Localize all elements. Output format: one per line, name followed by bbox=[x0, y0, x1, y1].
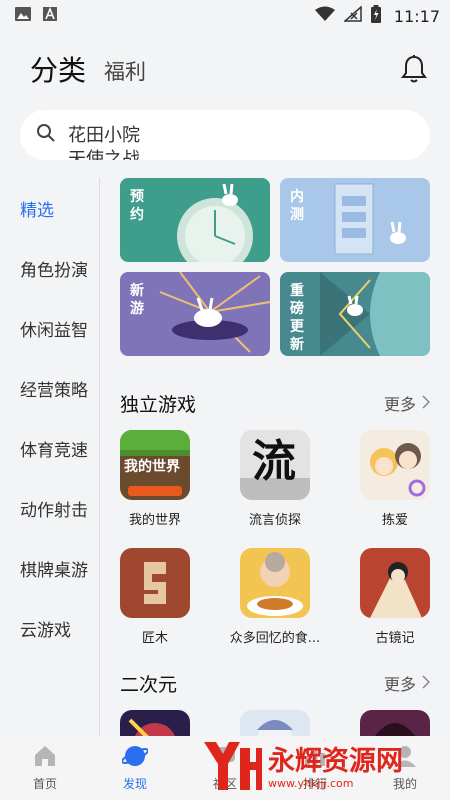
search-hint-line: 天使之战 bbox=[68, 149, 140, 160]
game-item[interactable]: 古镜记 bbox=[360, 548, 430, 646]
search-bar[interactable]: 花田小院 天使之战 bbox=[20, 110, 430, 160]
banner-label: 预约 bbox=[130, 189, 144, 223]
sidebar-item-featured[interactable]: 精选 bbox=[0, 178, 99, 238]
nav-label: 排行 bbox=[302, 777, 327, 791]
sidebar-item-cloud[interactable]: 云游戏 bbox=[0, 598, 99, 658]
game-name: 拣爱 bbox=[381, 513, 408, 528]
nav-discover[interactable]: 发现 bbox=[90, 736, 180, 800]
tab-category[interactable]: 分类 bbox=[30, 49, 86, 89]
game-item[interactable] bbox=[360, 710, 430, 736]
game-icon-minecraft: 我的世界 bbox=[120, 430, 190, 500]
game-icon-anime-3 bbox=[360, 710, 430, 736]
banner-beta[interactable]: 内测 bbox=[280, 178, 430, 262]
sidebar-item-sports[interactable]: 体育竞速 bbox=[0, 418, 99, 478]
game-icon-text: 流 bbox=[252, 436, 296, 487]
nav-label: 首页 bbox=[32, 777, 57, 791]
game-grid-indie: 我的世界 我的世界 流 流言侦探 拣爱 匠木 众多回忆的食... 古镜记 bbox=[120, 430, 430, 646]
game-icon-jiang-mu bbox=[120, 548, 190, 618]
game-icon-rumor-detective: 流 bbox=[240, 430, 310, 500]
game-icon-anime-2 bbox=[240, 710, 310, 736]
section-title: 独立游戏 bbox=[120, 393, 197, 416]
game-name: 流言侦探 bbox=[248, 513, 301, 528]
game-item[interactable] bbox=[240, 710, 310, 736]
status-bar: 11:17 bbox=[0, 0, 450, 32]
search-hint-line: 花田小院 bbox=[68, 125, 140, 146]
home-icon bbox=[32, 744, 58, 771]
rank-icon bbox=[302, 744, 328, 771]
banner-label: 内测 bbox=[290, 189, 304, 223]
nav-profile[interactable]: 我的 bbox=[360, 736, 450, 800]
nav-rank[interactable]: 排行 bbox=[270, 736, 360, 800]
nav-label: 社区 bbox=[212, 777, 237, 791]
section-title: 二次元 bbox=[120, 673, 178, 696]
section-header-anime: 二次元 更多 bbox=[120, 668, 430, 698]
bottom-navigation: 首页 发现 社区 排行 我的 bbox=[0, 736, 450, 800]
sidebar-item-action[interactable]: 动作射击 bbox=[0, 478, 99, 538]
banner-reserve[interactable]: 预约 bbox=[120, 178, 270, 262]
nav-home[interactable]: 首页 bbox=[0, 736, 90, 800]
wifi-icon bbox=[314, 6, 336, 26]
search-hint: 花田小院 天使之战 bbox=[68, 110, 140, 160]
more-link-indie[interactable]: 更多 bbox=[384, 391, 430, 415]
clock: 11:17 bbox=[393, 6, 440, 26]
game-icon-memory-food bbox=[240, 548, 310, 618]
banner-grid: 预约 内测 新游 重磅更新 bbox=[120, 178, 430, 356]
game-item[interactable]: 匠木 bbox=[120, 548, 190, 646]
main-content: 预约 内测 新游 重磅更新 独立游戏 更多 我的世界 我的世界 流 流言侦探 拣… bbox=[120, 178, 430, 736]
image-notification-icon bbox=[14, 6, 32, 26]
nav-community[interactable]: 社区 bbox=[180, 736, 270, 800]
banner-new-games[interactable]: 新游 bbox=[120, 272, 270, 356]
more-label: 更多 bbox=[383, 675, 416, 694]
game-icon-text: 我的世界 bbox=[124, 459, 180, 475]
signal-icon bbox=[342, 5, 362, 26]
game-icon-anime-1 bbox=[120, 710, 190, 736]
banner-major-update[interactable]: 重磅更新 bbox=[280, 272, 430, 356]
more-link-anime[interactable]: 更多 bbox=[384, 671, 430, 695]
sidebar-item-casual[interactable]: 休闲益智 bbox=[0, 298, 99, 358]
more-label: 更多 bbox=[383, 395, 416, 414]
chevron-right-icon bbox=[422, 394, 430, 413]
banner-label: 重磅更新 bbox=[290, 283, 304, 353]
game-item[interactable]: 我的世界 我的世界 bbox=[120, 430, 190, 528]
sidebar-item-board[interactable]: 棋牌桌游 bbox=[0, 538, 99, 598]
game-item[interactable]: 流 流言侦探 bbox=[240, 430, 310, 528]
bell-icon[interactable] bbox=[398, 53, 430, 85]
game-name: 我的世界 bbox=[128, 513, 181, 528]
nav-label: 发现 bbox=[122, 777, 147, 791]
game-icon-jian-ai bbox=[360, 430, 430, 500]
font-notification-icon bbox=[42, 6, 58, 26]
profile-icon bbox=[392, 744, 418, 771]
game-name: 匠木 bbox=[141, 631, 168, 646]
discover-icon bbox=[121, 744, 149, 771]
header: 分类 福利 bbox=[30, 44, 430, 94]
game-grid-anime bbox=[120, 710, 430, 736]
nav-label: 我的 bbox=[392, 777, 417, 791]
section-header-indie: 独立游戏 更多 bbox=[120, 388, 430, 418]
category-sidebar: 精选 角色扮演 休闲益智 经营策略 体育竞速 动作射击 棋牌桌游 云游戏 bbox=[0, 178, 100, 736]
search-icon bbox=[36, 123, 56, 147]
game-icon-ancient-mirror bbox=[360, 548, 430, 618]
tab-welfare[interactable]: 福利 bbox=[104, 56, 146, 86]
game-item[interactable] bbox=[120, 710, 190, 736]
sidebar-item-strategy[interactable]: 经营策略 bbox=[0, 358, 99, 418]
game-item[interactable]: 拣爱 bbox=[360, 430, 430, 528]
battery-icon bbox=[370, 5, 382, 27]
community-icon bbox=[212, 744, 238, 771]
game-name: 古镜记 bbox=[375, 631, 415, 646]
banner-label: 新游 bbox=[130, 283, 144, 317]
chevron-right-icon bbox=[422, 674, 430, 693]
game-item[interactable]: 众多回忆的食... bbox=[230, 548, 320, 646]
game-name: 众多回忆的食... bbox=[229, 631, 321, 646]
sidebar-item-rpg[interactable]: 角色扮演 bbox=[0, 238, 99, 298]
